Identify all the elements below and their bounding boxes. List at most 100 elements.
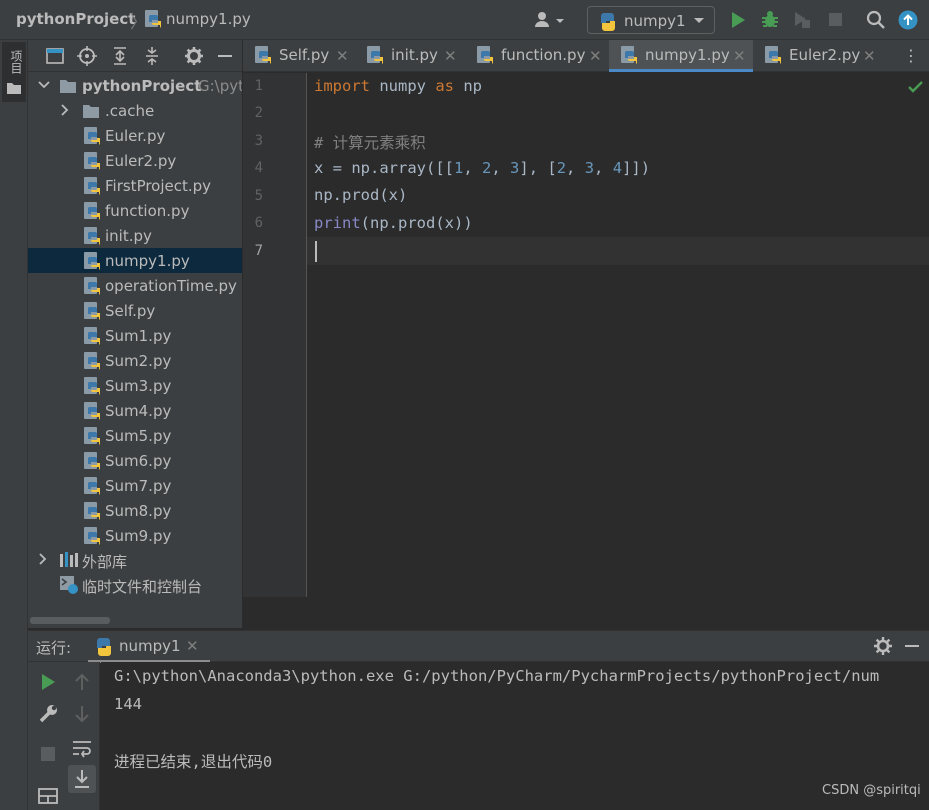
python-file-icon — [84, 327, 101, 345]
tree-item-file[interactable]: function.py — [28, 198, 242, 223]
tree-item-external-libraries[interactable]: 外部库 — [28, 547, 242, 572]
tree-item-scratches[interactable]: 临时文件和控制台 — [28, 572, 242, 597]
python-file-icon — [84, 402, 101, 420]
tree-item-file[interactable]: FirstProject.py — [28, 173, 242, 198]
tab-euler2[interactable]: Euler2.py ✕ — [753, 40, 887, 72]
scratch-console-icon — [60, 576, 78, 594]
tab-numpy1[interactable]: numpy1.py ✕ — [609, 40, 753, 72]
project-toolbar — [28, 40, 242, 72]
rerun-icon[interactable] — [36, 670, 60, 694]
minimize-icon[interactable] — [218, 55, 232, 57]
breadcrumb-file[interactable]: numpy1.py — [166, 10, 251, 28]
close-icon[interactable]: ✕ — [336, 47, 349, 65]
editor-bottom-area — [243, 597, 929, 628]
gear-icon[interactable] — [184, 46, 204, 66]
tree-item-file-selected[interactable]: numpy1.py — [28, 248, 242, 273]
tree-item-file[interactable]: Sum3.py — [28, 373, 242, 398]
close-icon[interactable]: ✕ — [444, 47, 457, 65]
close-icon[interactable]: ✕ — [733, 47, 746, 65]
line-number: 2 — [254, 105, 263, 121]
tree-root[interactable]: pythonProject G:\pyt — [28, 73, 242, 98]
line-number-current: 7 — [254, 243, 263, 259]
run-toolbar — [28, 662, 100, 810]
user-account-button[interactable] — [532, 9, 568, 31]
tree-item-file[interactable]: operationTime.py — [28, 273, 242, 298]
stop-icon[interactable] — [36, 742, 60, 766]
more-tabs-icon[interactable]: ⋮ — [903, 46, 919, 65]
tab-label: Euler2.py — [789, 46, 861, 64]
debug-icon[interactable] — [760, 10, 780, 30]
code-editor[interactable]: import numpy as np # 计算元素乘积 x = np.array… — [307, 73, 929, 597]
watermark: CSDN @spiritqi — [822, 783, 921, 798]
chevron-right-icon — [39, 553, 47, 565]
arrow-down-icon[interactable] — [70, 702, 94, 726]
coverage-icon[interactable] — [792, 10, 812, 30]
python-file-icon — [84, 502, 101, 520]
code-line-3: # 计算元素乘积 — [314, 134, 426, 152]
tab-function[interactable]: function.py ✕ — [465, 40, 609, 72]
tree-item-file[interactable]: Sum6.py — [28, 448, 242, 473]
tree-item-file[interactable]: init.py — [28, 223, 242, 248]
expand-all-icon[interactable] — [110, 46, 130, 66]
tree-item-file[interactable]: Sum7.py — [28, 473, 242, 498]
python-file-icon — [765, 46, 782, 64]
select-opened-file-icon[interactable] — [46, 47, 64, 65]
tree-item-file[interactable]: Sum2.py — [28, 348, 242, 373]
close-icon[interactable]: ✕ — [186, 637, 199, 655]
layout-icon[interactable] — [36, 784, 60, 808]
locate-target-icon[interactable] — [77, 46, 97, 66]
wrench-icon[interactable] — [36, 702, 60, 726]
run-icon[interactable] — [728, 10, 748, 30]
tree-item-label: Euler2.py — [105, 152, 177, 170]
close-icon[interactable]: ✕ — [863, 47, 876, 65]
collapse-all-icon[interactable] — [142, 46, 162, 66]
tab-self[interactable]: Self.py ✕ — [243, 40, 355, 72]
run-tab-label: numpy1 — [119, 637, 181, 655]
tree-item-file[interactable]: Sum4.py — [28, 398, 242, 423]
project-horizontal-scrollbar[interactable] — [28, 614, 242, 628]
tree-item-file[interactable]: Sum1.py — [28, 323, 242, 348]
tree-item-label: Sum8.py — [105, 502, 172, 520]
run-console[interactable]: G:\python\Anaconda3\python.exe G:/python… — [101, 662, 929, 810]
gear-icon[interactable] — [874, 637, 892, 655]
update-icon[interactable] — [898, 10, 918, 30]
soft-wrap-icon[interactable] — [70, 736, 94, 760]
project-tool-tab[interactable]: 项目 — [2, 42, 26, 102]
tree-item-label: Sum5.py — [105, 427, 172, 445]
tree-item-file[interactable]: Euler.py — [28, 123, 242, 148]
python-file-icon — [84, 352, 101, 370]
tree-item-label: 外部库 — [82, 553, 128, 571]
code-text: x = np.array([[ — [314, 159, 454, 177]
arrow-up-icon[interactable] — [70, 670, 94, 694]
tree-item-file[interactable]: Sum8.py — [28, 498, 242, 523]
python-file-icon — [84, 377, 101, 395]
tree-item-file[interactable]: Sum5.py — [28, 423, 242, 448]
code-number: 1 — [453, 159, 464, 177]
tree-root-label: pythonProject — [82, 77, 202, 95]
search-icon[interactable] — [866, 10, 886, 30]
python-file-icon — [367, 46, 384, 64]
minimize-icon[interactable] — [905, 645, 919, 647]
tree-item-file[interactable]: Self.py — [28, 298, 242, 323]
run-configuration-select[interactable]: numpy1 — [587, 6, 715, 34]
close-icon[interactable]: ✕ — [589, 47, 602, 65]
stop-icon[interactable] — [826, 10, 846, 30]
breadcrumb-project[interactable]: pythonProject — [16, 10, 135, 28]
python-file-icon — [84, 127, 101, 145]
tree-item-label: Sum9.py — [105, 527, 172, 545]
tab-init[interactable]: init.py ✕ — [355, 40, 465, 72]
tree-item-file[interactable]: Euler2.py — [28, 148, 242, 173]
inspection-ok-check-icon[interactable] — [908, 80, 924, 94]
code-text: ]]) — [622, 159, 651, 177]
scroll-to-end-button[interactable] — [68, 765, 96, 793]
tree-item-file[interactable]: Sum9.py — [28, 523, 242, 548]
run-tab-numpy1[interactable]: numpy1 ✕ — [88, 631, 210, 663]
tab-label: Self.py — [279, 46, 330, 64]
project-tool-tab-label: 项目 — [9, 50, 23, 74]
line-number: 1 — [254, 78, 263, 94]
chevron-down-icon — [694, 18, 704, 23]
code-number: 3 — [584, 159, 595, 177]
tree-item-cache[interactable]: .cache — [28, 98, 242, 123]
chevron-down-icon — [38, 81, 50, 89]
scrollbar-thumb[interactable] — [30, 617, 110, 624]
